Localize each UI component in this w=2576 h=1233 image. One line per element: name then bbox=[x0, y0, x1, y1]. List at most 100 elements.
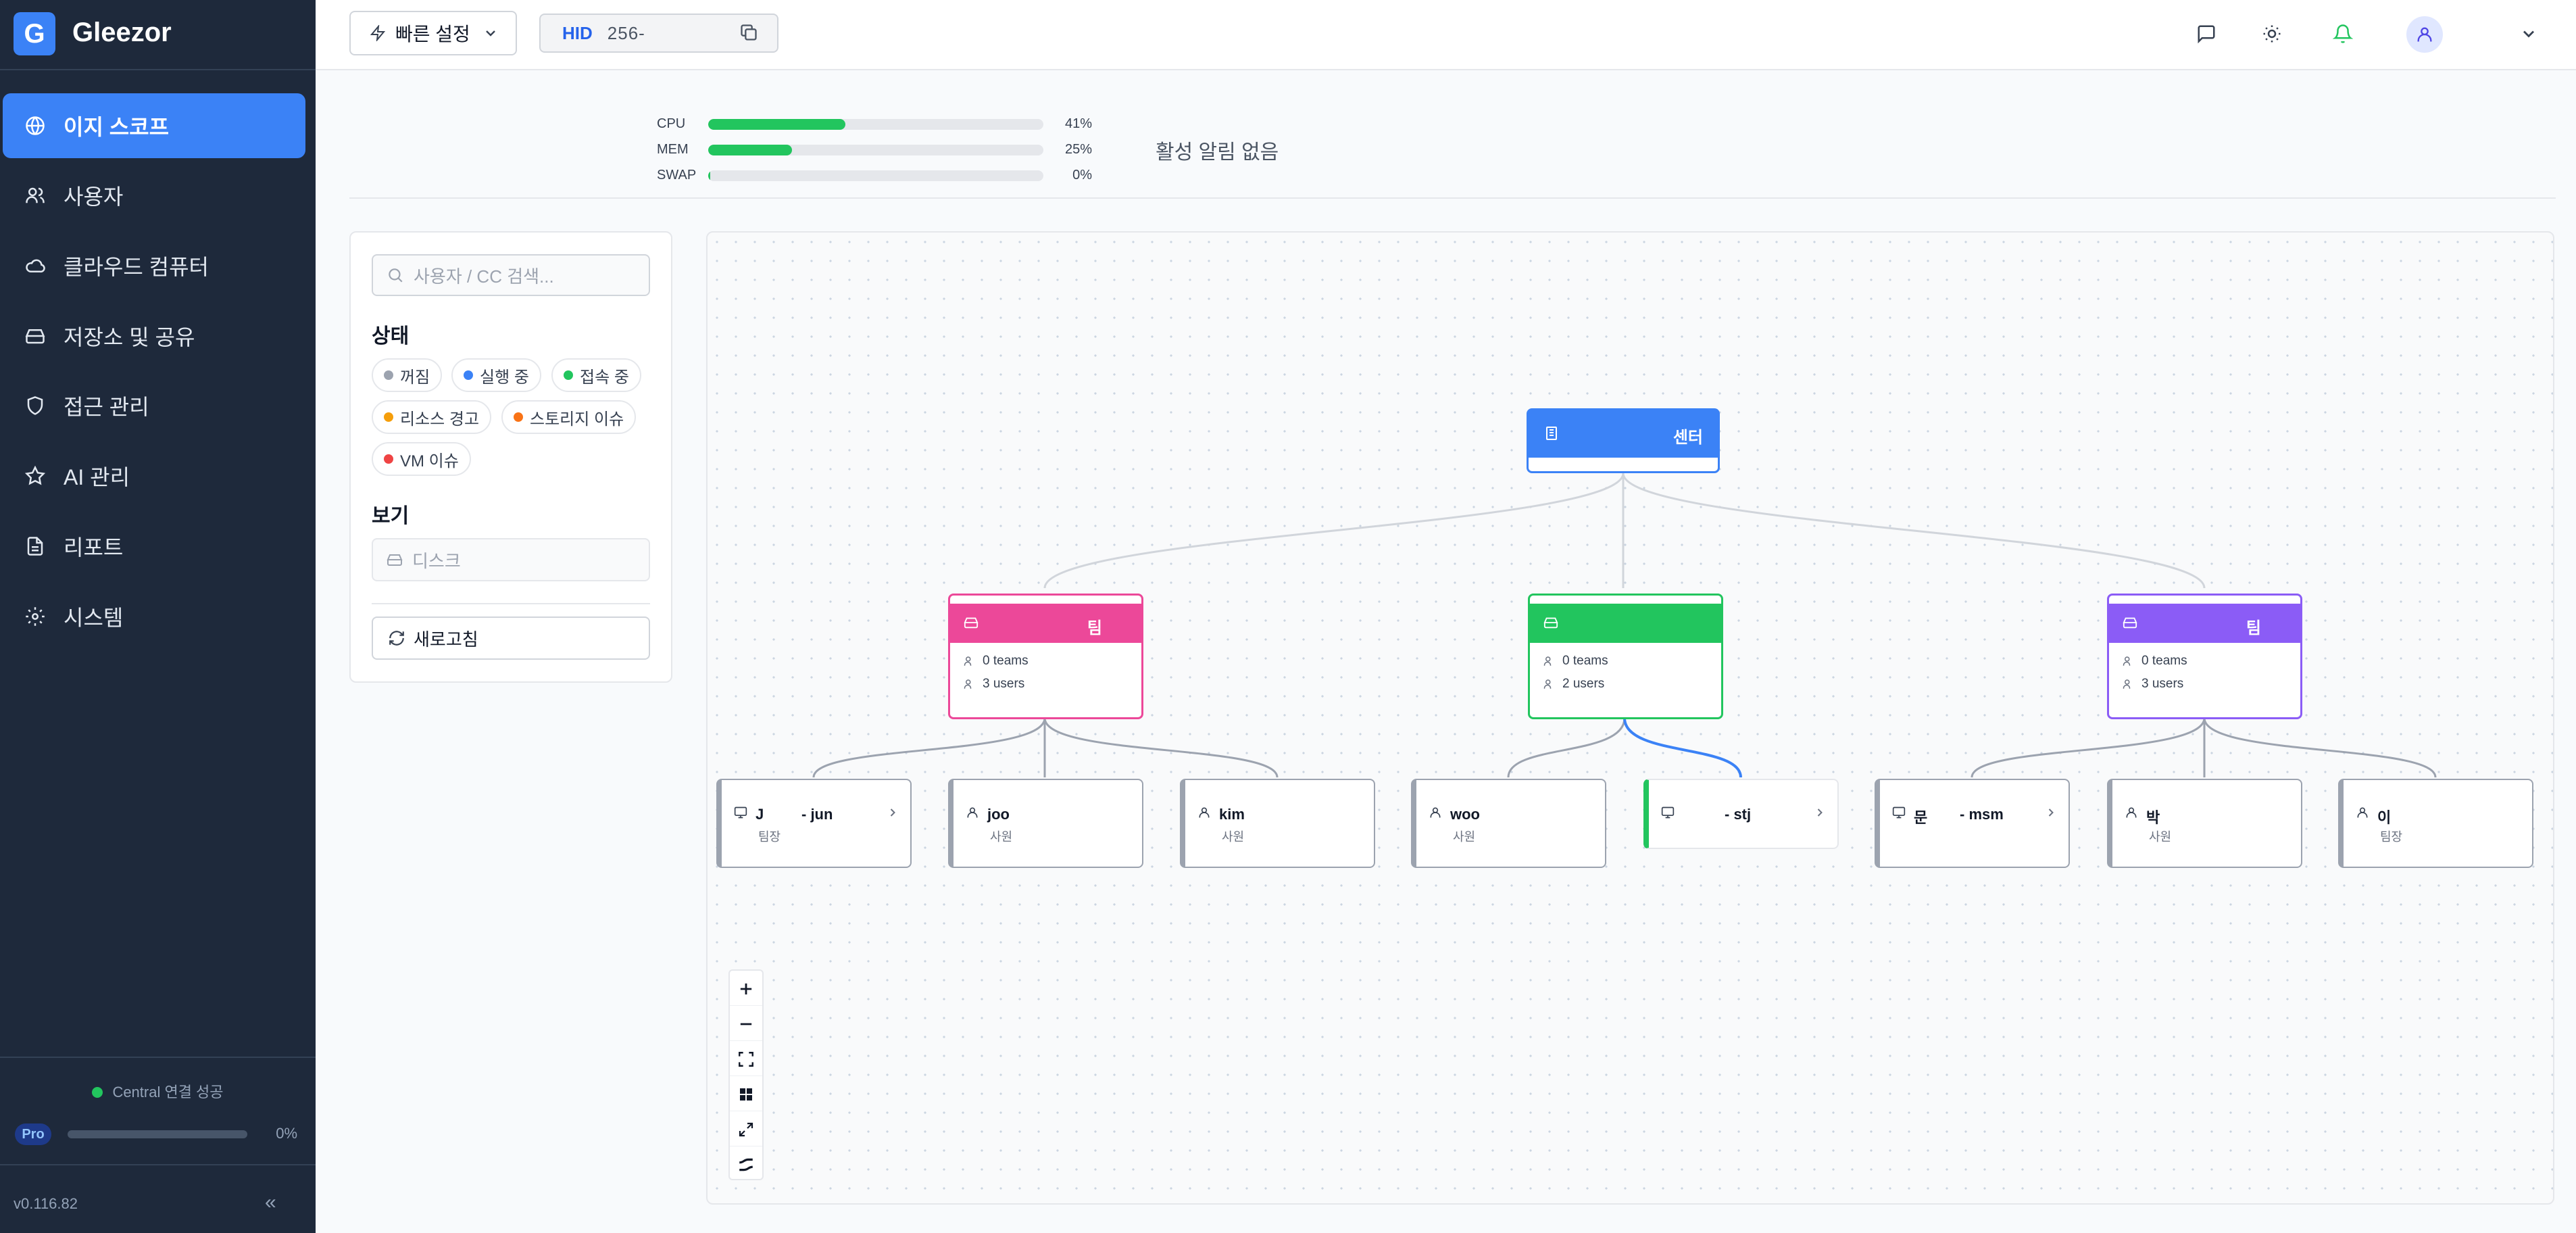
status-chip-off[interactable]: 꺼짐 bbox=[372, 358, 443, 392]
leaf-name: 이 bbox=[2377, 809, 2392, 826]
status-dot bbox=[384, 412, 393, 422]
sidebar-item-access[interactable]: 접근 관리 bbox=[3, 373, 305, 438]
hard-drive-icon bbox=[23, 324, 47, 348]
user-icon bbox=[1429, 806, 1442, 823]
expand-button[interactable] bbox=[730, 1113, 762, 1146]
group-users-count: 3 users bbox=[2123, 673, 2287, 696]
plan-progress-bar bbox=[68, 1130, 247, 1138]
refresh-button[interactable]: 새로고침 bbox=[372, 616, 650, 660]
chip-label: 실행 중 bbox=[480, 368, 529, 387]
leaf-node-user[interactable]: 박 사원 bbox=[2107, 779, 2302, 868]
group-teams-count: 0 teams bbox=[964, 650, 1128, 673]
users-icon bbox=[964, 655, 976, 667]
leaf-role: 사원 bbox=[2149, 830, 2172, 844]
sun-icon[interactable] bbox=[2257, 19, 2287, 49]
group-node[interactable]: 팀 0 teams 3 users bbox=[948, 594, 1143, 719]
user-icon bbox=[2356, 806, 2369, 823]
leaf-node-user[interactable]: 이 팀장 bbox=[2338, 779, 2533, 868]
shield-icon bbox=[23, 393, 47, 418]
group-node[interactable]: 0 teams 2 users bbox=[1528, 594, 1723, 719]
group-node-label: 팀 bbox=[1087, 619, 1102, 637]
refresh-icon bbox=[388, 629, 405, 647]
fit-view-button[interactable] bbox=[730, 1042, 762, 1076]
leaf-role: 사원 bbox=[1453, 830, 1476, 844]
app-logo[interactable]: G bbox=[14, 12, 55, 55]
search-icon bbox=[387, 266, 404, 284]
center-node[interactable]: 센터 bbox=[1527, 408, 1720, 473]
leaf-node-user[interactable]: joo 사원 bbox=[948, 779, 1143, 868]
users-icon bbox=[2123, 655, 2135, 667]
chevron-down-icon[interactable] bbox=[2514, 19, 2544, 49]
sidebar-item-ai[interactable]: AI 관리 bbox=[3, 443, 305, 508]
chevron-right-icon[interactable] bbox=[1813, 806, 1827, 823]
zoom-out-button[interactable] bbox=[730, 1007, 762, 1041]
cloud-icon bbox=[23, 253, 47, 278]
team-icon bbox=[964, 615, 979, 630]
connection-status: Central 연결 성공 bbox=[0, 1080, 316, 1102]
edge-style-button[interactable] bbox=[730, 1148, 762, 1182]
section-divider bbox=[349, 197, 2556, 199]
leaf-node-computer[interactable]: J - jun 팀장 bbox=[716, 779, 912, 868]
building-icon bbox=[1543, 425, 1560, 441]
search-input[interactable]: 사용자 / CC 검색... bbox=[372, 254, 650, 296]
sidebar-item-storage[interactable]: 저장소 및 공유 bbox=[3, 304, 305, 368]
expand-icon bbox=[738, 1121, 754, 1138]
users-icon bbox=[2123, 678, 2135, 690]
view-disk-toggle[interactable]: 디스크 bbox=[372, 538, 650, 581]
leaf-suffix: - stj bbox=[1725, 806, 1752, 823]
leaf-node-computer-active[interactable]: - stj bbox=[1643, 779, 1839, 849]
user-icon bbox=[2415, 25, 2434, 47]
fit-view-icon bbox=[737, 1050, 755, 1068]
quick-settings-button[interactable]: 빠른 설정 bbox=[349, 11, 517, 55]
status-dot bbox=[92, 1087, 103, 1098]
status-chip-connected[interactable]: 접속 중 bbox=[551, 358, 641, 392]
status-chip-storage-issue[interactable]: 스토리지 이슈 bbox=[501, 400, 637, 434]
status-section-title: 상태 bbox=[372, 325, 410, 347]
status-dot bbox=[564, 370, 573, 380]
sidebar-item-system[interactable]: 시스템 bbox=[3, 584, 305, 649]
sidebar-item-cloud-computer[interactable]: 클라우드 컴퓨터 bbox=[3, 233, 305, 298]
sidebar-item-users[interactable]: 사용자 bbox=[3, 163, 305, 228]
leaf-name: kim bbox=[1219, 806, 1245, 823]
sidebar-item-label: 접근 관리 bbox=[64, 395, 149, 419]
avatar[interactable] bbox=[2406, 16, 2443, 53]
leaf-name: 박 bbox=[2146, 809, 2160, 826]
message-icon[interactable] bbox=[2191, 19, 2221, 49]
status-chip-vm-issue[interactable]: VM 이슈 bbox=[372, 442, 471, 476]
leaf-name: woo bbox=[1450, 806, 1480, 823]
refresh-label: 새로고침 bbox=[414, 629, 478, 650]
leaf-node-user[interactable]: kim 사원 bbox=[1180, 779, 1375, 868]
chevron-right-icon[interactable] bbox=[886, 806, 899, 823]
center-node-label: 센터 bbox=[1673, 429, 1703, 447]
sidebar-item-report[interactable]: 리포트 bbox=[3, 514, 305, 579]
sidebar-item-label: 사용자 bbox=[64, 185, 124, 209]
chevron-right-icon[interactable] bbox=[2044, 806, 2058, 823]
monitor-icon bbox=[734, 806, 747, 823]
sidebar-item-easy-scope[interactable]: 이지 스코프 bbox=[3, 93, 305, 158]
leaf-node-computer[interactable]: 문 - msm bbox=[1875, 779, 2070, 868]
globe-icon bbox=[23, 114, 47, 138]
sidebar-item-label: 시스템 bbox=[64, 606, 124, 630]
leaf-name: joo bbox=[987, 806, 1010, 823]
status-dot bbox=[464, 370, 473, 380]
monitor-icon bbox=[1892, 806, 1906, 823]
user-icon bbox=[2125, 806, 2138, 823]
chip-label: VM 이슈 bbox=[400, 452, 459, 470]
leaf-node-user[interactable]: woo 사원 bbox=[1411, 779, 1606, 868]
group-users-count: 3 users bbox=[964, 673, 1128, 696]
leaf-name: J bbox=[756, 806, 764, 823]
status-chip-running[interactable]: 실행 중 bbox=[451, 358, 541, 392]
leaf-suffix: - msm bbox=[1960, 806, 2004, 823]
group-node[interactable]: 팀 0 teams 3 users bbox=[2107, 594, 2302, 719]
status-dot bbox=[384, 454, 393, 464]
sidebar-divider bbox=[0, 1057, 316, 1058]
copy-icon[interactable] bbox=[734, 18, 764, 47]
status-chip-resource-warning[interactable]: 리소스 경고 bbox=[372, 400, 492, 434]
view-disk-label: 디스크 bbox=[412, 550, 461, 571]
panel-divider bbox=[372, 603, 650, 604]
collapse-sidebar-button[interactable]: « bbox=[265, 1191, 276, 1214]
zoom-in-button[interactable] bbox=[730, 972, 762, 1006]
bell-icon[interactable] bbox=[2328, 19, 2358, 49]
grid-icon bbox=[738, 1086, 754, 1103]
layout-button[interactable] bbox=[730, 1078, 762, 1111]
